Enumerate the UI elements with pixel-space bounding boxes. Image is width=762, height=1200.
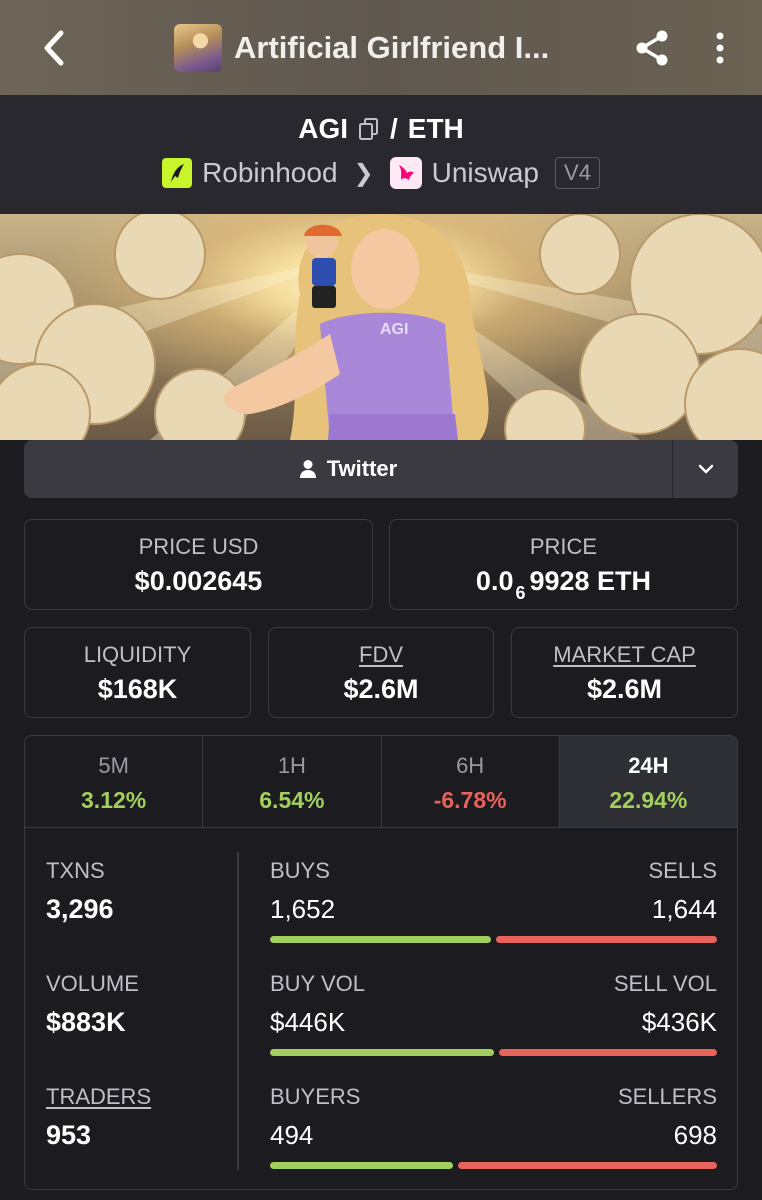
timeframe-tabs: 5M 3.12% 1H 6.54% 6H -6.78% 24H 22.94% — [25, 736, 737, 828]
sell-share-bar — [496, 936, 717, 943]
volume-bar — [270, 1049, 717, 1056]
price-native-digits: 9928 ETH — [529, 566, 652, 596]
token-avatar — [174, 24, 222, 72]
price-change: -6.78% — [433, 787, 507, 813]
user-icon — [299, 460, 316, 478]
liquidity-value: $168K — [97, 674, 178, 704]
base-symbol: AGI — [298, 113, 348, 144]
txns-stat: TXNS 3,296 — [46, 858, 114, 925]
price-usd-value: $0.002645 — [134, 566, 263, 596]
chevron-left-icon — [44, 30, 64, 66]
stats-panel: 5M 3.12% 1H 6.54% 6H -6.78% 24H 22.94% T… — [24, 735, 738, 1190]
uniswap-logo-icon — [389, 157, 422, 189]
traders-stat: TRADERS 953 — [46, 1084, 151, 1151]
tab-24h[interactable]: 24H 22.94% — [559, 736, 737, 827]
twitter-button[interactable]: Twitter — [24, 440, 672, 498]
tab-1h[interactable]: 1H 6.54% — [203, 736, 382, 827]
token-title: Artificial Girlfriend I... — [174, 23, 549, 73]
tab-label: 6H — [456, 753, 485, 778]
fdv-value: $2.6M — [343, 674, 419, 704]
tab-label: 24H — [628, 753, 669, 778]
tab-6h[interactable]: 6H -6.78% — [382, 736, 560, 827]
buy-share-bar — [270, 936, 492, 943]
socials-dropdown-button[interactable] — [672, 440, 738, 498]
more-vertical-icon — [716, 32, 724, 64]
sell-vol-label: SELL VOL — [613, 971, 717, 996]
tab-label: 1H — [277, 753, 306, 778]
pair-symbols: AGI / ETH — [0, 113, 762, 145]
buys-value: 1,652 — [270, 894, 336, 924]
dex-link[interactable]: Uniswap — [432, 157, 539, 189]
market-cap-card: MARKET CAP $2.6M — [511, 627, 738, 718]
tab-label: 5M — [98, 753, 129, 778]
share-button[interactable] — [632, 28, 676, 68]
divider — [237, 852, 239, 1170]
price-native-label: PRICE — [529, 534, 598, 559]
buyers-sellers-bar — [270, 1162, 717, 1169]
sellers-share-bar — [457, 1162, 717, 1169]
trade-stats: TXNS 3,296 VOLUME $883K TRADERS 953 BUYS… — [25, 828, 737, 1189]
price-change: 6.54% — [259, 787, 325, 813]
sellers-value: 698 — [673, 1120, 717, 1150]
buys-sells-split: BUYS SELLS 1,652 1,644 — [270, 858, 717, 943]
sells-value: 1,644 — [651, 894, 717, 924]
version-badge: V4 — [555, 157, 600, 189]
chevron-right-icon: ❯ — [353, 159, 374, 187]
pair-header: AGI / ETH Robinhood ❯ Uniswap V4 — [0, 95, 762, 214]
buys-label: BUYS — [270, 858, 330, 883]
price-change: 3.12% — [81, 787, 147, 813]
price-change: 22.94% — [609, 787, 688, 813]
robinhood-logo-icon — [162, 158, 193, 188]
volume-label: VOLUME — [46, 971, 139, 996]
txns-label: TXNS — [46, 858, 105, 883]
chevron-down-icon — [698, 464, 713, 474]
volume-value: $883K — [46, 1007, 126, 1037]
price-usd-card: PRICE USD $0.002645 — [24, 519, 373, 610]
fdv-label[interactable]: FDV — [269, 642, 493, 668]
socials-bar: Twitter — [24, 440, 738, 498]
banner-illustration: AGI — [0, 214, 762, 440]
price-native-zero-count: 6 — [515, 583, 526, 603]
twitter-label: Twitter — [326, 456, 398, 481]
share-icon — [636, 30, 668, 66]
chain-link[interactable]: Robinhood — [202, 157, 337, 189]
buys-sells-bar — [270, 936, 717, 943]
liquidity-label: LIQUIDITY — [83, 642, 192, 667]
sell-vol-share-bar — [498, 1049, 717, 1056]
buyers-label: BUYERS — [270, 1084, 361, 1109]
traders-label[interactable]: TRADERS — [46, 1084, 151, 1110]
market-cap-value: $2.6M — [586, 674, 663, 704]
buyers-value: 494 — [270, 1120, 314, 1150]
fdv-card: FDV $2.6M — [268, 627, 494, 718]
buyers-share-bar — [270, 1162, 453, 1169]
chain-breadcrumb: Robinhood ❯ Uniswap V4 — [0, 157, 762, 189]
tab-5m[interactable]: 5M 3.12% — [25, 736, 204, 827]
copy-icon[interactable] — [358, 117, 380, 141]
traders-value: 953 — [46, 1120, 92, 1150]
svg-text:AGI: AGI — [380, 321, 408, 338]
sell-vol-value: $436K — [641, 1007, 717, 1037]
market-cap-label[interactable]: MARKET CAP — [512, 642, 737, 668]
buyers-sellers-split: BUYERS SELLERS 494 698 — [270, 1084, 717, 1169]
sellers-label: SELLERS — [617, 1084, 717, 1109]
volume-stat: VOLUME $883K — [46, 971, 139, 1038]
buy-vol-value: $446K — [270, 1007, 346, 1037]
volume-split: BUY VOL SELL VOL $446K $436K — [270, 971, 717, 1056]
buy-vol-share-bar — [270, 1049, 494, 1056]
price-usd-label: PRICE USD — [138, 534, 259, 559]
price-native-prefix: 0.0 — [475, 566, 514, 596]
app-bar: Artificial Girlfriend I... — [0, 0, 762, 95]
price-native-card: PRICE 0.0 6 9928 ETH — [389, 519, 738, 610]
quote-symbol: ETH — [407, 113, 464, 144]
more-button[interactable] — [706, 28, 734, 68]
token-banner-image: AGI — [0, 214, 762, 440]
txns-value: 3,296 — [46, 894, 114, 924]
page-title: Artificial Girlfriend I... — [234, 30, 550, 65]
sells-label: SELLS — [648, 858, 718, 883]
price-native-value: 0.0 6 9928 ETH — [390, 566, 737, 603]
back-button[interactable] — [34, 26, 74, 70]
buy-vol-label: BUY VOL — [270, 971, 365, 996]
liquidity-card: LIQUIDITY $168K — [24, 627, 251, 718]
pair-separator: / — [390, 113, 398, 144]
